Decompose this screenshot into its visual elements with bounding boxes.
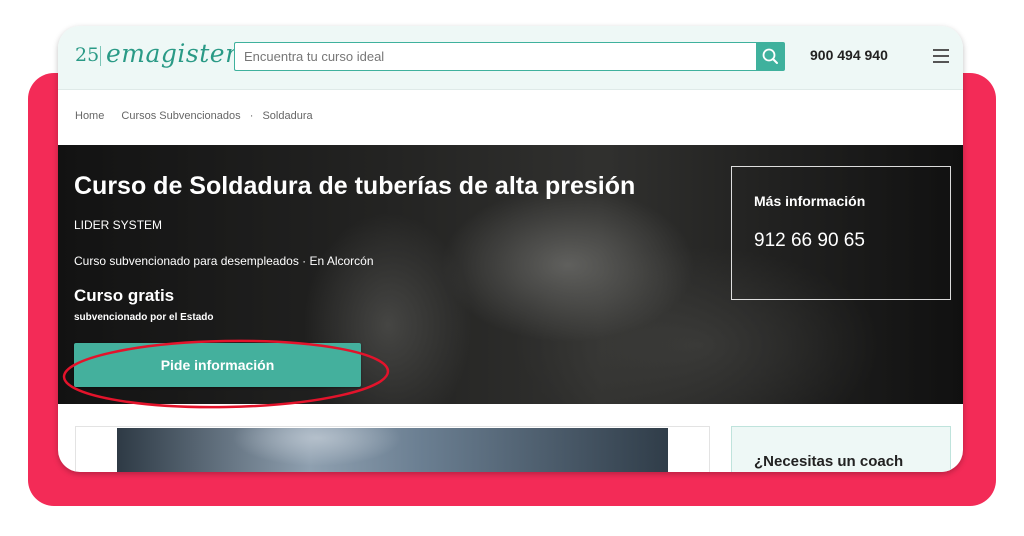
breadcrumb-separator: · [249,110,254,122]
coach-heading: ¿Necesitas un coach [754,453,904,470]
course-price-note: subvencionado por el Estado [74,312,214,323]
menu-icon[interactable] [933,49,949,63]
breadcrumb-home[interactable]: Home [75,110,104,122]
breadcrumb-soldadura[interactable]: Soldadura [262,110,312,122]
breadcrumb: Home Cursos Subvencionados · Soldadura [75,110,327,122]
header-phone[interactable]: 900 494 940 [810,47,888,63]
request-info-button[interactable]: Pide información [74,343,361,387]
breadcrumb-cursos-subvencionados[interactable]: Cursos Subvencionados [121,110,240,122]
logo-divider [100,46,101,66]
course-hero: Curso de Soldadura de tuberías de alta p… [58,145,963,404]
more-info-label: Más información [754,193,866,209]
search-icon [762,48,778,64]
course-image [117,428,668,472]
course-price: Curso gratis [74,286,175,305]
course-provider[interactable]: LIDER SYSTEM [74,218,162,232]
search-button[interactable] [756,42,785,71]
browser-window: 25 emagister: 900 494 940 Home Cursos Su… [58,26,963,472]
search-input[interactable] [234,42,756,71]
more-info-phone[interactable]: 912 66 90 65 [754,230,865,252]
course-title: Curso de Soldadura de tuberías de alta p… [74,172,636,200]
more-info-box: Más información 912 66 90 65 [731,166,951,300]
coach-box[interactable]: ¿Necesitas un coach [731,426,951,472]
site-header: 25 emagister: 900 494 940 [58,26,963,90]
course-meta: Curso subvencionado para desempleados · … [74,254,374,268]
logo-anniversary-number[interactable]: 25 [75,44,99,66]
logo[interactable]: emagister: [106,39,246,68]
